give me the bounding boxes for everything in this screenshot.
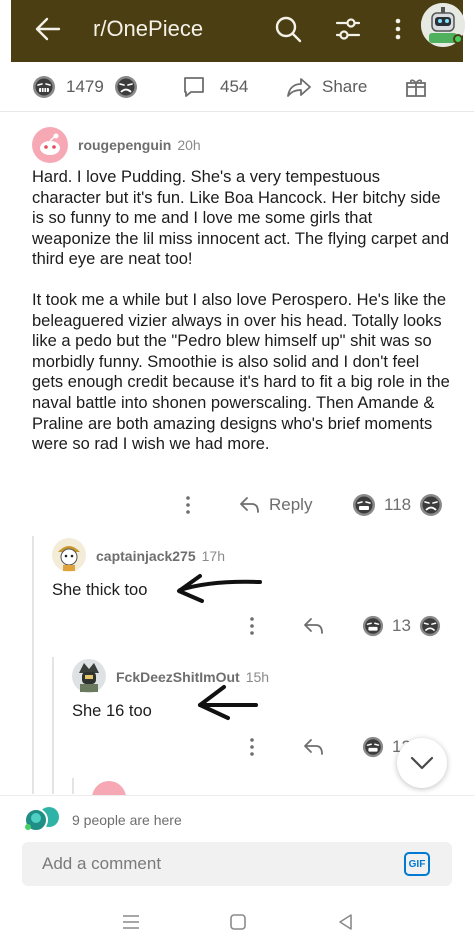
comment-vote-count: 13 <box>392 616 411 635</box>
kebab-icon <box>186 496 190 514</box>
post-vote-group: 1479 <box>32 62 138 112</box>
comment-time: 17h <box>201 548 225 564</box>
kebab-icon <box>250 617 254 635</box>
kebab-icon[interactable] <box>388 14 408 44</box>
scroll-down-button[interactable] <box>397 738 447 788</box>
system-nav-bar <box>0 900 474 948</box>
upvote-icon[interactable] <box>32 75 56 99</box>
gif-button[interactable]: GIF <box>404 852 430 876</box>
comment-vote-count: 118 <box>384 495 412 514</box>
post-comment-count: 454 <box>220 77 249 96</box>
comment-bubble-icon <box>184 77 204 97</box>
comment-input[interactable]: Add a comment GIF <box>22 842 452 886</box>
upvote-icon[interactable] <box>362 615 384 637</box>
reply-button[interactable] <box>302 734 324 760</box>
chevron-down-icon <box>410 756 434 770</box>
reply-arrow-icon <box>304 618 323 634</box>
comment-more-button[interactable] <box>244 613 260 639</box>
upvote-icon[interactable] <box>352 493 376 517</box>
back-triangle-icon[interactable] <box>336 912 356 932</box>
post-action-bar: 1479 454 Share <box>0 62 474 112</box>
comment-paragraph: Hard. I love Pudding. She's a very tempe… <box>32 168 450 269</box>
comment-more-button[interactable] <box>244 734 260 760</box>
post-share-button[interactable]: Share <box>286 62 367 112</box>
presence-text: 9 people are here <box>72 812 182 828</box>
comment-header: rougepenguin 20h <box>78 137 201 153</box>
post-comments-button[interactable]: 454 <box>182 62 248 112</box>
comment-header: captainjack275 17h <box>96 548 225 564</box>
downvote-icon[interactable] <box>419 493 443 517</box>
recent-apps-icon[interactable] <box>121 912 141 932</box>
annotation-arrow <box>177 574 262 603</box>
upvote-icon[interactable] <box>362 736 384 758</box>
comment-vote-group: 118 <box>352 492 443 518</box>
annotation-arrow <box>198 685 258 720</box>
kebab-icon <box>250 738 254 756</box>
next-comment-avatar[interactable] <box>92 781 126 795</box>
comment-paragraph: It took me a while but I also love Peros… <box>32 290 450 454</box>
search-icon[interactable] <box>273 14 303 44</box>
comment-time: 20h <box>177 137 201 153</box>
reply-arrow-icon <box>240 497 259 513</box>
subreddit-title[interactable]: r/OnePiece <box>93 16 203 42</box>
thread-line[interactable] <box>32 536 34 794</box>
online-status-dot <box>453 34 463 44</box>
user-avatar[interactable] <box>72 659 106 693</box>
comment-username[interactable]: captainjack275 <box>96 548 196 564</box>
home-icon[interactable] <box>228 912 248 932</box>
share-arrow-icon <box>287 78 311 97</box>
award-button[interactable] <box>404 62 428 112</box>
presence-bar: 9 people are here <box>0 795 474 835</box>
downvote-icon[interactable] <box>419 615 441 637</box>
thread-line[interactable] <box>72 778 74 794</box>
app-header: r/OnePiece <box>11 0 465 62</box>
reply-arrow-icon <box>304 739 323 755</box>
comment-body: Hard. I love Pudding. She's a very tempe… <box>32 167 450 455</box>
snoo-avatar[interactable] <box>32 127 68 163</box>
sliders-icon[interactable] <box>333 14 363 44</box>
back-arrow-icon[interactable] <box>33 14 63 44</box>
reply-label: Reply <box>269 495 313 514</box>
share-label: Share <box>322 77 368 96</box>
post-vote-count: 1479 <box>66 77 104 96</box>
comment-placeholder: Add a comment <box>42 854 162 873</box>
reply-button[interactable]: Reply <box>238 492 312 518</box>
user-avatar[interactable] <box>52 538 86 572</box>
comment-more-button[interactable] <box>180 492 196 518</box>
thread-line[interactable] <box>52 657 54 794</box>
online-users-icon <box>24 807 59 832</box>
comment-vote-group: 13 <box>362 613 441 639</box>
comment-username[interactable]: rougepenguin <box>78 137 171 153</box>
downvote-icon[interactable] <box>114 75 138 99</box>
reply-button[interactable] <box>302 613 324 639</box>
gift-icon <box>406 79 426 97</box>
